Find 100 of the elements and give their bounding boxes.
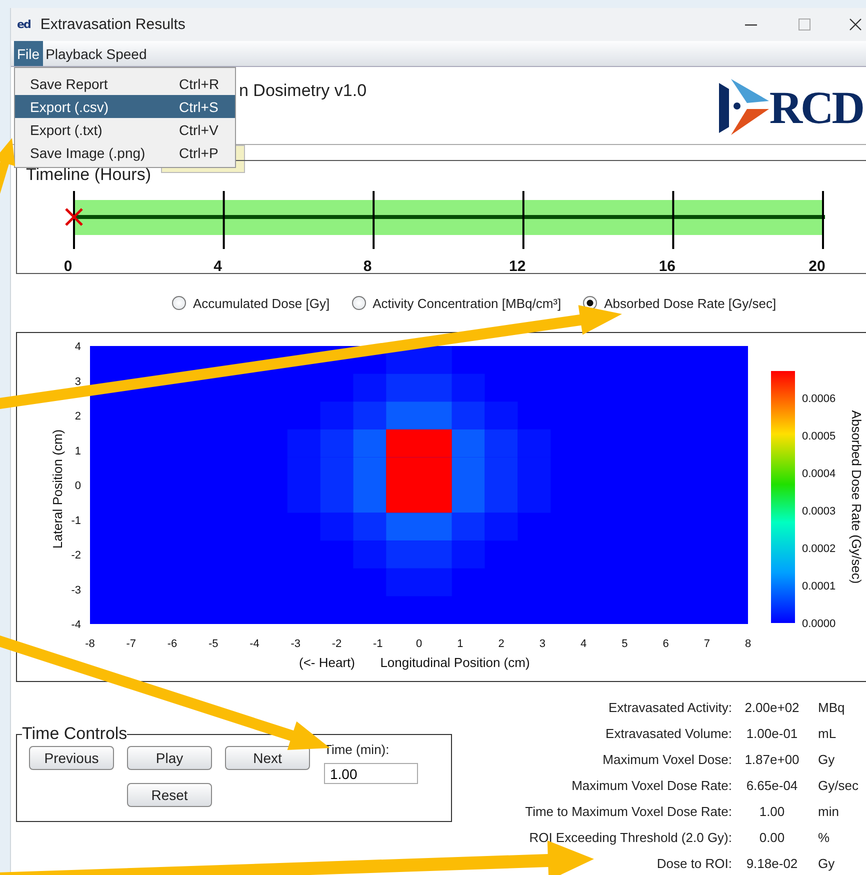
y-tick-label: -1	[71, 514, 81, 527]
heatmap-cell	[353, 485, 386, 513]
timeline-tick	[522, 191, 524, 249]
menu-item[interactable]: Export (.csv) Ctrl+S	[15, 95, 235, 118]
heatmap-cell	[353, 457, 386, 485]
result-value: 6.65e-04	[745, 778, 799, 792]
result-unit: mL	[817, 726, 838, 740]
heatmap-cell	[484, 457, 518, 485]
menu-item[interactable]: File	[14, 41, 43, 66]
heatmap-cell	[287, 485, 320, 513]
heatmap-cell	[419, 568, 452, 596]
radio-button[interactable]	[172, 296, 186, 310]
app-icon: ed	[17, 18, 30, 31]
y-tick-label: 0	[74, 480, 81, 492]
x-tick-label: 3	[539, 638, 546, 650]
result-value: 1.00e-01	[745, 726, 799, 740]
heatmap-cell	[353, 540, 386, 568]
result-unit: min	[817, 804, 840, 818]
timeline-tick	[372, 191, 375, 249]
result-unit: MBq	[817, 700, 846, 714]
menu-item[interactable]: Export (.txt) Ctrl+V	[15, 118, 235, 141]
y-tick-label: 4	[74, 341, 81, 353]
heatmap-cell	[518, 485, 551, 513]
y-axis-label: Lateral Position (cm)	[50, 429, 65, 549]
heatmap-cell	[419, 346, 452, 374]
color-bar-label: 0.0002	[802, 543, 836, 555]
menu-item[interactable]: Save Image (.png) Ctrl+P	[15, 141, 235, 164]
heatmap-cell	[287, 457, 320, 485]
result-label: Extravasated Activity:	[607, 700, 732, 714]
x-tick-label: 4	[580, 638, 587, 650]
time-marker-icon[interactable]	[64, 208, 84, 226]
heatmap-cell	[320, 429, 354, 458]
result-label: Time to Maximum Voxel Dose Rate:	[525, 804, 732, 818]
heatmap-cell	[386, 429, 419, 458]
timeline-tick	[73, 191, 75, 249]
x-tick-label: 2	[498, 638, 504, 650]
x-tick-label: 8	[744, 638, 752, 650]
heatmap-cell	[320, 402, 354, 430]
result-label: Maximum Voxel Dose:	[602, 752, 732, 766]
control-button[interactable]: Previous	[29, 746, 114, 770]
logo-icon	[717, 77, 770, 137]
heatmap-cell	[484, 402, 518, 430]
y-tick-label: 2	[74, 410, 81, 422]
heatmap-cell	[353, 402, 386, 430]
color-bar-label: 0.0001	[802, 580, 836, 592]
heatmap-cell	[452, 512, 485, 541]
heatmap-cell	[320, 485, 354, 513]
x-tick-label: -1	[372, 638, 383, 650]
heatmap-cell	[320, 457, 354, 485]
heatmap-cell	[353, 512, 386, 541]
heatmap-cell	[452, 540, 485, 568]
heatmap-cell	[386, 568, 419, 596]
heatmap-cell	[353, 374, 386, 402]
time-label: Time (min):	[324, 742, 390, 757]
heatmap-cell	[484, 512, 518, 541]
color-bar-label: 0.0004	[802, 468, 836, 480]
app-title: n Dosimetry v1.0	[239, 81, 367, 101]
result-value: 0.00	[758, 830, 786, 844]
heatmap-cell	[386, 374, 419, 402]
color-bar-title: Absorbed Dose Rate (Gy/sec)	[849, 410, 864, 584]
heatmap-cell	[419, 540, 452, 568]
menu-item[interactable]: Playback Speed	[42, 41, 150, 66]
timeline-label: 8	[363, 258, 372, 273]
result-value: 2.00e+02	[744, 700, 800, 714]
color-bar-label: 0.0003	[802, 506, 836, 518]
close-icon[interactable]	[849, 18, 862, 31]
time-input-field[interactable]: 1.00	[324, 763, 418, 784]
result-unit: %	[817, 830, 831, 844]
menu-item[interactable]: Save Report Ctrl+R	[15, 72, 235, 95]
logo-text: RCD	[769, 80, 863, 134]
x-tick-label: 6	[662, 638, 669, 650]
control-button[interactable]: Next	[225, 746, 310, 770]
heatmap-cell	[386, 540, 419, 568]
heatmap-cell	[452, 457, 485, 485]
y-tick-label: 3	[74, 376, 81, 388]
x-tick-label: -7	[126, 638, 136, 650]
timeline-label: 20	[808, 258, 826, 273]
heatmap-cell	[518, 429, 551, 458]
control-button[interactable]: Play	[127, 746, 212, 770]
window-title: Extravasation Results	[40, 16, 186, 33]
heatmap-cell	[452, 402, 485, 430]
y-tick-label: -3	[71, 584, 81, 596]
result-label: Maximum Voxel Dose Rate:	[570, 778, 732, 792]
y-tick-label: -4	[71, 619, 81, 631]
radio-button[interactable]	[352, 296, 366, 310]
x-tick-label: 5	[622, 638, 628, 650]
heatmap-cell	[287, 429, 320, 458]
panel-title: Time Controls	[22, 724, 128, 744]
control-button[interactable]: Reset	[127, 783, 212, 807]
timeline-tick	[222, 191, 225, 249]
x-tick-label: -3	[290, 638, 301, 650]
x-axis-note: (<- Heart)	[299, 655, 355, 670]
color-bar-label: 0.0005	[802, 430, 836, 442]
color-bar-label: 0.0006	[802, 393, 836, 405]
result-value: 1.87e+00	[744, 752, 800, 766]
heatmap-cell	[386, 402, 419, 430]
heatmap-cell	[484, 485, 518, 513]
timeline-tick	[822, 191, 824, 249]
timeline-label: 0	[64, 258, 72, 273]
result-value: 9.18e-02	[745, 856, 799, 870]
